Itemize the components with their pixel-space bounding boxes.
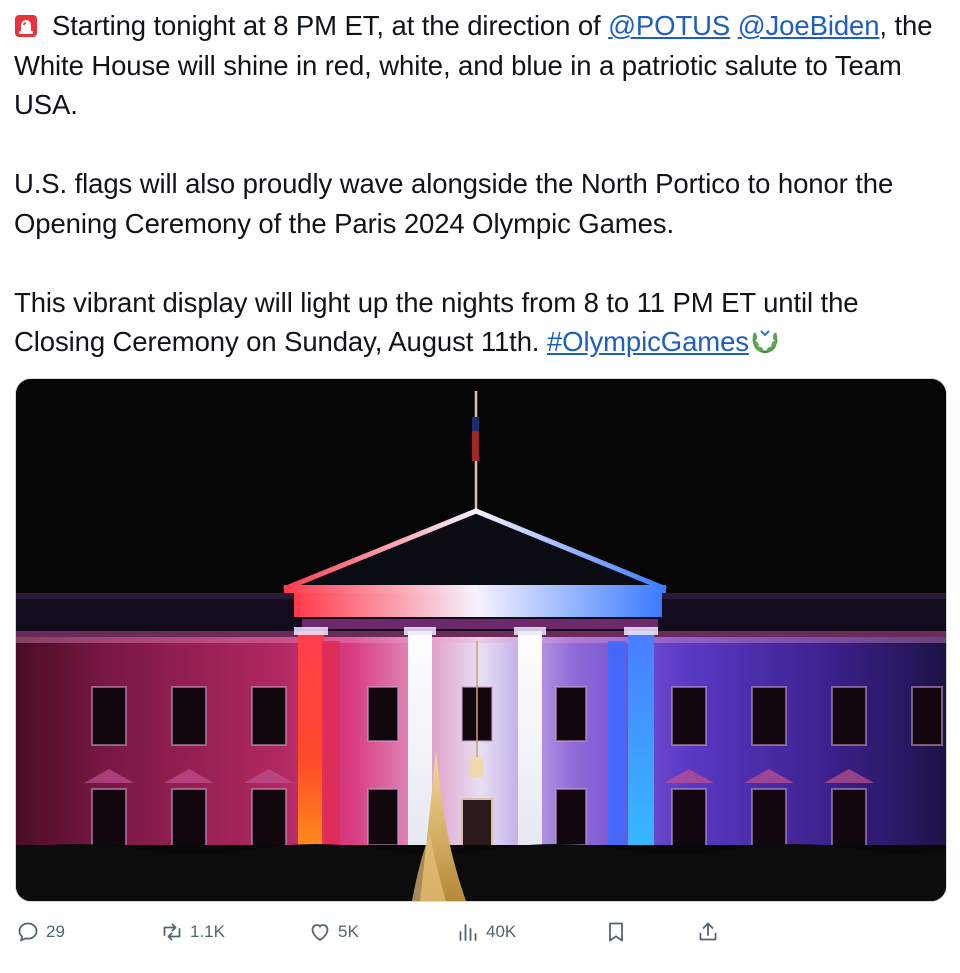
views-count: 40K (486, 922, 517, 941)
tweet-text-start: Starting tonight at 8 PM ET, at the dire… (52, 10, 609, 41)
reply-count: 29 (46, 922, 65, 941)
mention-potus-link[interactable]: @POTUS (608, 10, 730, 41)
tweet: Starting tonight at 8 PM ET, at the dire… (0, 0, 960, 973)
hashtag-olympicgames-link[interactable]: #OlympicGames (547, 326, 749, 357)
tweet-paragraph-2: U.S. flags will also proudly wave alongs… (14, 168, 894, 239)
bookmark-icon (609, 922, 623, 942)
mention-joebiden-link[interactable]: @JoeBiden (738, 10, 880, 41)
reply-icon (18, 922, 38, 942)
tweet-photo[interactable] (15, 378, 947, 902)
heart-icon (311, 924, 329, 941)
tweet-paragraph-3: This vibrant display will light up the n… (14, 283, 950, 362)
repost-count: 1.1K (190, 922, 225, 941)
white-house-illustration (16, 379, 946, 901)
bookmark-button[interactable] (604, 920, 628, 944)
share-icon (699, 922, 717, 941)
views-button[interactable]: 40K (456, 920, 516, 944)
tweet-paragraph-1: Starting tonight at 8 PM ET, at the dire… (14, 6, 950, 125)
like-count: 5K (338, 922, 359, 941)
repost-button[interactable]: 1.1K (160, 920, 225, 944)
share-button[interactable] (696, 920, 720, 944)
reply-button[interactable]: 29 (16, 920, 65, 944)
siren-emoji-icon (14, 9, 38, 37)
tweet-text: Starting tonight at 8 PM ET, at the dire… (14, 6, 950, 362)
text-space (730, 10, 738, 41)
tweet-action-bar: 29 1.1K 5K 40K (0, 912, 960, 952)
views-icon (459, 924, 477, 941)
laurel-wreath-icon (749, 326, 781, 354)
like-button[interactable]: 5K (308, 920, 359, 944)
repost-icon (163, 923, 181, 941)
